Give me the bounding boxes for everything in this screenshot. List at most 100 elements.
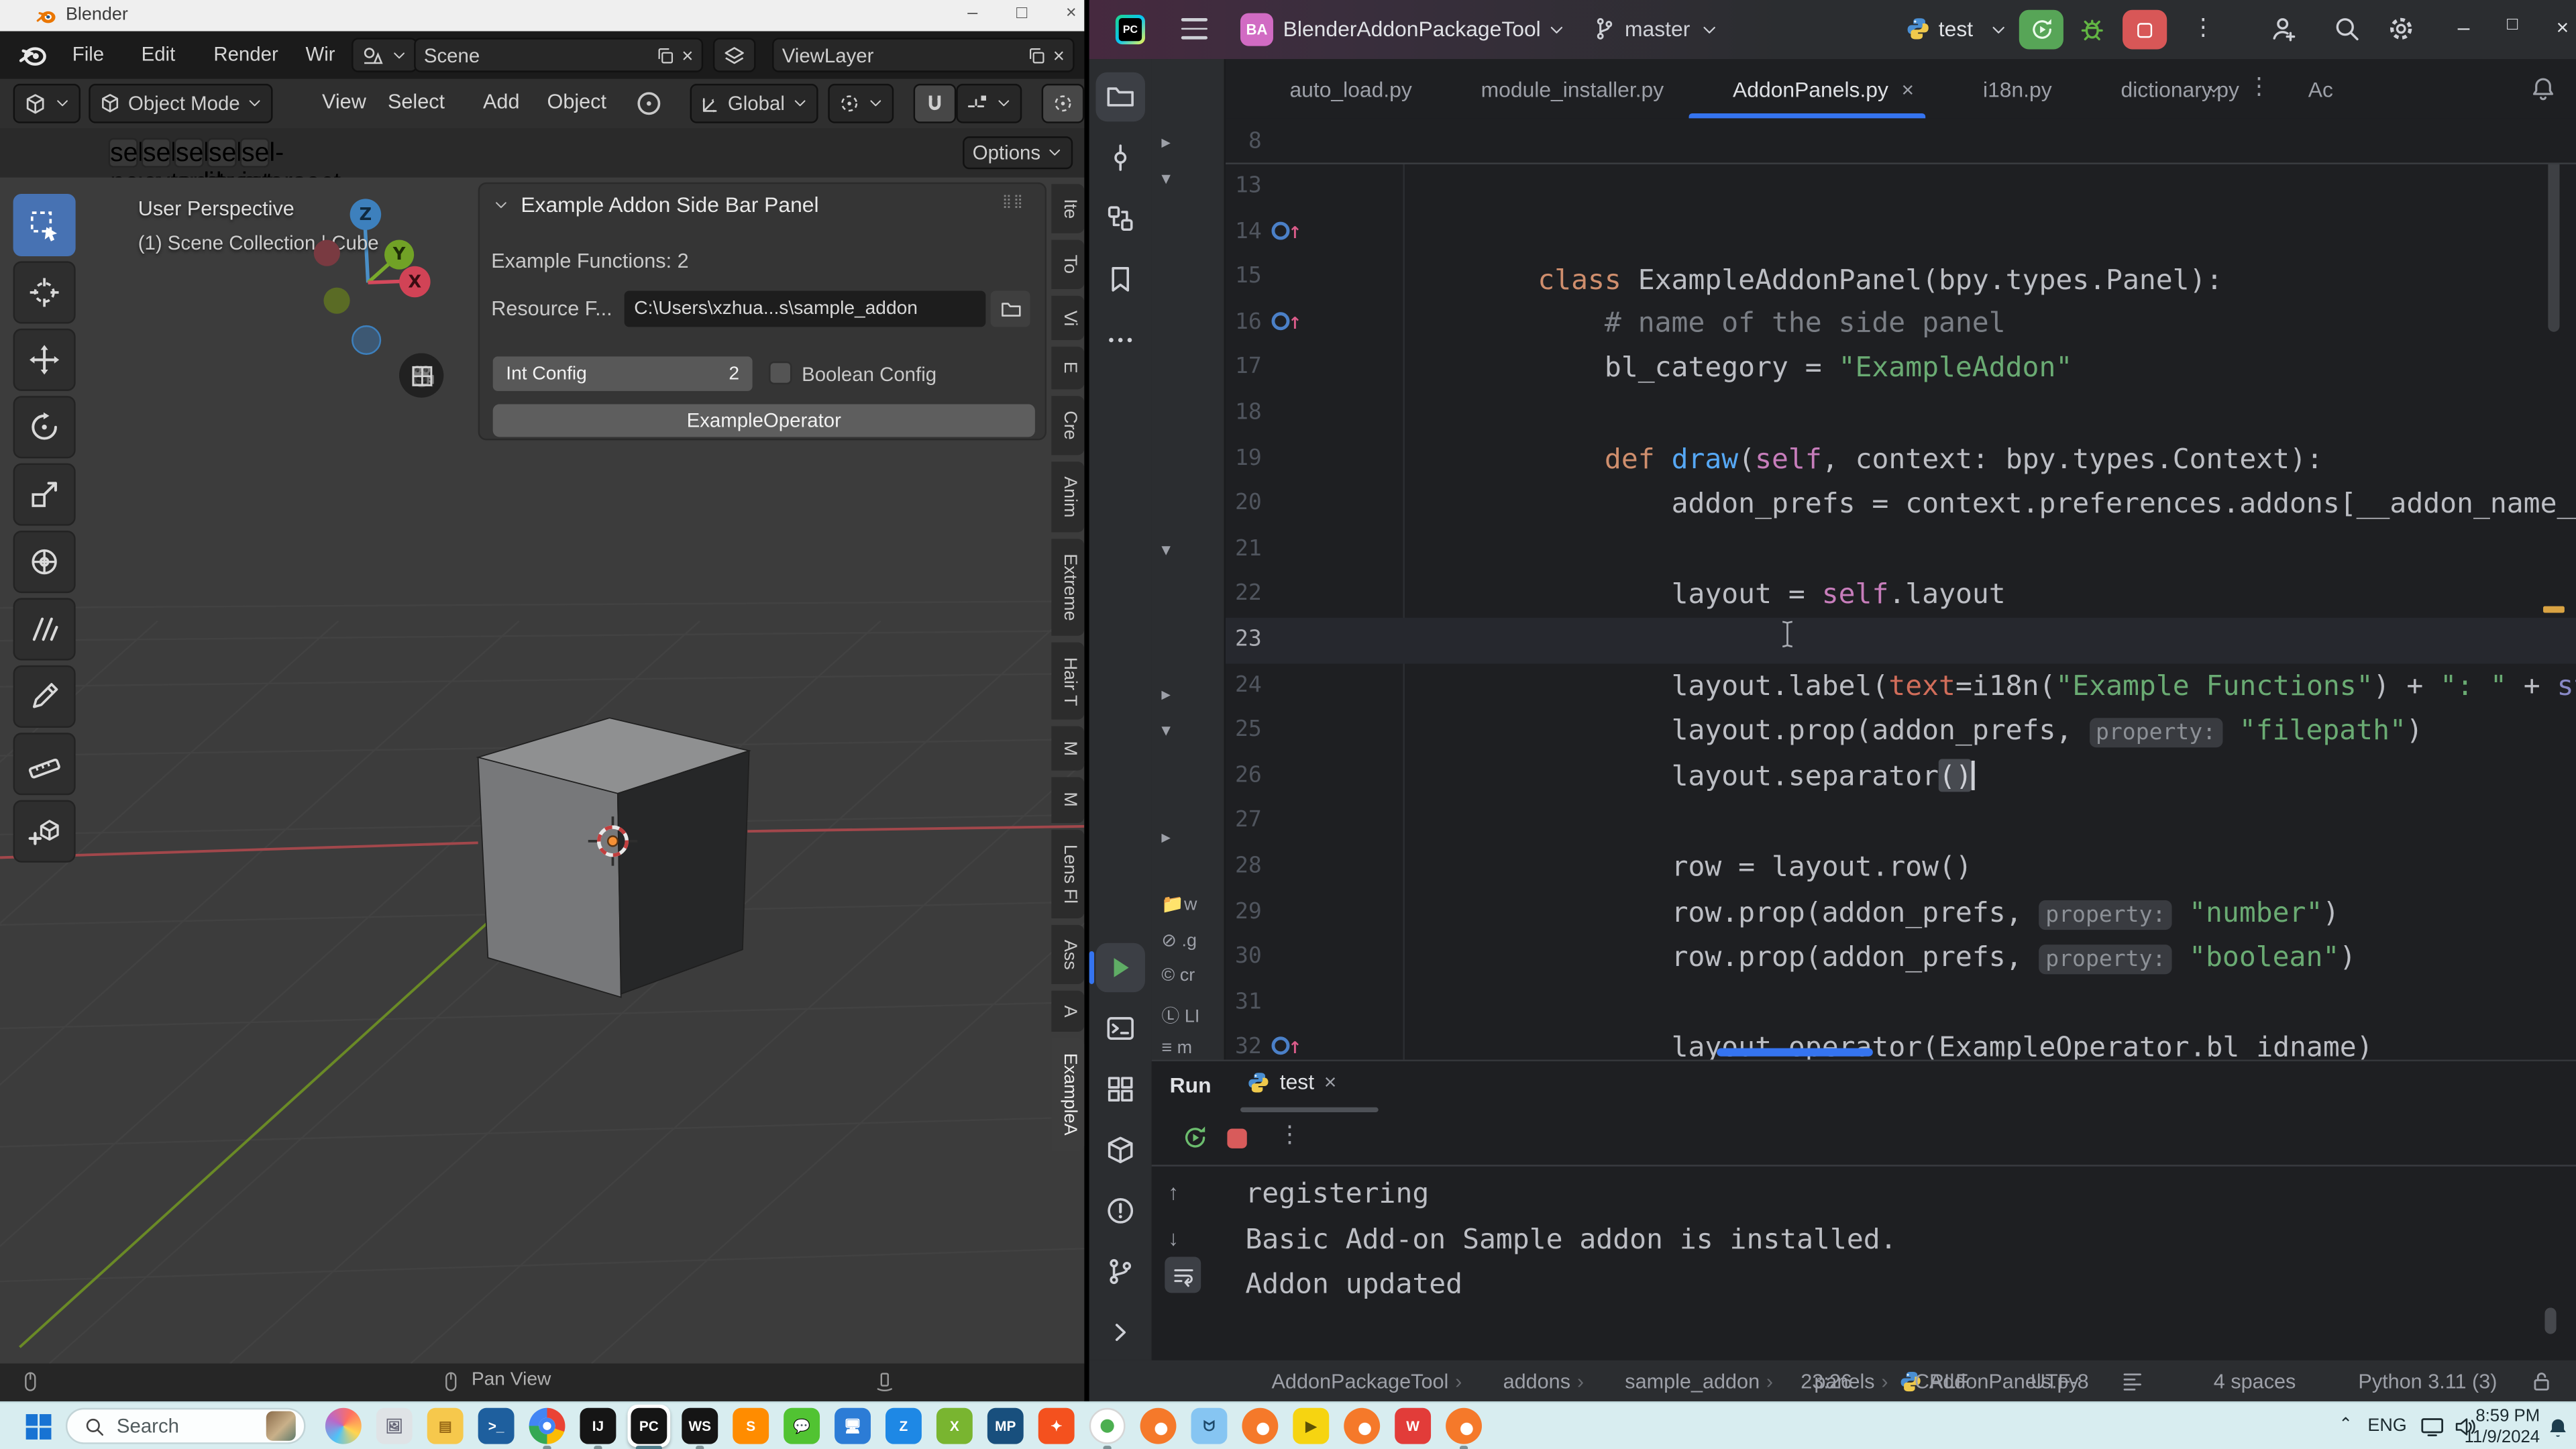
sidebar-tab[interactable]: Extreme — [1051, 538, 1084, 635]
tool-window-button[interactable] — [1095, 1186, 1144, 1235]
splitter-drag-handle[interactable] — [1717, 1048, 1873, 1056]
taskbar-app-icon[interactable]: ᗢ — [1188, 1405, 1231, 1448]
menu-file[interactable]: File — [72, 43, 104, 66]
menu-edit[interactable]: Edit — [142, 43, 176, 66]
taskbar-app-icon[interactable]: WS — [678, 1405, 721, 1448]
override-gutter-icon[interactable] — [1272, 1037, 1290, 1055]
notification-bell-icon[interactable] — [2546, 1416, 2569, 1439]
code-line[interactable]: 22 layout.prop(addon_prefs, property: "f… — [1226, 572, 2576, 618]
code-line[interactable]: 26 row.prop(addon_prefs, property: "numb… — [1226, 753, 2576, 799]
viewport-tool-button[interactable] — [13, 665, 76, 728]
soft-wrap-toggle[interactable] — [1165, 1256, 1201, 1293]
gizmo-x-axis[interactable]: X — [399, 266, 431, 298]
project-tree-item[interactable]: ▾ — [1161, 168, 1171, 189]
blender-menu-logo-icon[interactable] — [18, 40, 48, 69]
tool-window-button[interactable] — [1095, 194, 1144, 243]
unlink-viewlayer-icon[interactable]: × — [1053, 44, 1065, 66]
clock[interactable]: 8:59 PM 11/9/2024 — [2461, 1406, 2540, 1447]
code-line[interactable]: 18 — [1226, 391, 2576, 437]
statusbar-widget[interactable]: 23:26 — [1771, 1369, 1852, 1392]
viewport-tool-button[interactable] — [13, 194, 76, 256]
browse-folder-button[interactable] — [991, 290, 1030, 327]
project-tree-item[interactable]: ▸ — [1161, 826, 1171, 848]
taskbar-app-icon[interactable]: ▶ — [1289, 1405, 1332, 1448]
scroll-up-icon[interactable]: ↑ — [1168, 1179, 1179, 1204]
project-tree-item[interactable]: ▸ — [1161, 131, 1171, 153]
network-icon[interactable] — [2420, 1415, 2445, 1440]
taskbar-app-icon[interactable] — [1086, 1405, 1129, 1448]
scene-browse-button[interactable] — [352, 38, 417, 72]
project-name-button[interactable]: BlenderAddonPackageTool — [1283, 16, 1541, 41]
viewport-tool-button[interactable] — [13, 329, 76, 391]
select-mode-button[interactable]: sel-new — [109, 138, 138, 168]
code-editor[interactable]: 8 class ExampleAddonPanel(bpy.types.Pane… — [1226, 118, 2576, 1059]
editor-tab[interactable]: auto_load.py × — [1239, 59, 1430, 118]
editor-type-button[interactable] — [13, 84, 80, 123]
taskbar-app-icon[interactable]: MP — [984, 1405, 1027, 1448]
code-line[interactable]: 24 — [1226, 663, 2576, 708]
select-mode-button[interactable]: sel-extend — [142, 138, 171, 168]
more-actions-kebab-icon[interactable]: ⋮ — [2192, 13, 2214, 42]
run-config-selector[interactable]: test — [1939, 16, 1973, 41]
blender-close-button[interactable]: × — [1060, 3, 1083, 23]
sidebar-tab[interactable]: M — [1051, 778, 1084, 823]
code-line[interactable]: 25 row = layout.row() — [1226, 708, 2576, 754]
code-line[interactable]: 17 addon_prefs = context.preferences.add… — [1226, 345, 2576, 391]
code-line[interactable]: 19 layout = self.layout — [1226, 436, 2576, 482]
example-operator-button[interactable]: ExampleOperator — [493, 404, 1035, 437]
taskbar-app-icon[interactable] — [526, 1405, 569, 1448]
pivot-dropdown[interactable] — [828, 84, 894, 123]
blender-minimize-button[interactable]: – — [961, 3, 984, 23]
taskbar-app-icon[interactable]: PC — [628, 1405, 671, 1448]
menu-select[interactable]: Select — [388, 91, 445, 113]
branch-name-button[interactable]: master — [1625, 16, 1690, 41]
add-user-icon[interactable] — [2270, 15, 2298, 43]
statusbar-widget[interactable] — [2530, 1369, 2559, 1392]
taskbar-app-icon[interactable]: 🖥 — [831, 1405, 874, 1448]
tool-window-button[interactable] — [1095, 255, 1144, 304]
options-dropdown[interactable]: Options — [963, 136, 1073, 169]
gizmo-y-negative[interactable] — [323, 288, 350, 314]
close-button[interactable]: × — [2557, 15, 2569, 40]
tool-window-button[interactable] — [1095, 1126, 1144, 1175]
taskbar-app-icon[interactable] — [1239, 1405, 1282, 1448]
search-icon[interactable] — [2333, 15, 2361, 43]
statusbar-widget[interactable]: 4 spaces — [2184, 1369, 2296, 1392]
scroll-down-icon[interactable]: ↓ — [1168, 1226, 1179, 1250]
tool-window-button[interactable] — [1095, 133, 1144, 182]
tool-window-button[interactable] — [1095, 1247, 1144, 1296]
taskbar-app-icon[interactable]: ✦ — [1035, 1405, 1078, 1448]
tray-chevron-up-icon[interactable]: ⌃ — [2339, 1416, 2353, 1434]
taskbar-app-icon[interactable]: S — [729, 1405, 772, 1448]
code-line[interactable]: 29 layout.operator(ExampleOperator.bl_id… — [1226, 890, 2576, 935]
select-mode-button[interactable]: sel-invert — [207, 138, 237, 168]
stop-button[interactable] — [2123, 10, 2167, 50]
start-button[interactable] — [23, 1411, 54, 1443]
sidebar-tab[interactable]: ExampleA — [1051, 1039, 1084, 1151]
gizmo-y-axis[interactable]: Y — [384, 240, 414, 270]
viewport-nav-button[interactable] — [399, 354, 443, 398]
viewlayer-browse-button[interactable] — [713, 38, 756, 72]
project-tree-item[interactable]: ▾ — [1161, 720, 1171, 741]
viewport-tool-button[interactable] — [13, 598, 76, 660]
viewport-tool-button[interactable] — [13, 261, 76, 323]
code-line[interactable]: 31 @classmethod — [1226, 980, 2576, 1026]
tool-window-button[interactable] — [1095, 315, 1144, 364]
sticky-code-line[interactable]: 8 class ExampleAddonPanel(bpy.types.Pane… — [1226, 118, 2576, 164]
sidebar-tab[interactable]: Hair T — [1051, 641, 1084, 720]
git-branch-icon[interactable] — [1592, 16, 1617, 41]
chevron-down-icon[interactable] — [1548, 21, 1566, 40]
editor-tab[interactable]: dictionary.py × — [2070, 59, 2257, 118]
project-tree-collapsed[interactable]: ▸▾▾▸▾▸📁w⊘ .g© crⓁ LI≡ m — [1152, 59, 1226, 1059]
code-line[interactable]: 13 # name of the side panel — [1226, 164, 2576, 210]
close-run-tab-icon[interactable]: × — [1324, 1069, 1337, 1094]
console-scrollbar-thumb[interactable] — [2544, 1307, 2556, 1334]
project-tree-item[interactable]: ≡ m — [1161, 1038, 1192, 1058]
sidebar-tab[interactable]: A — [1051, 991, 1084, 1032]
code-line[interactable]: 32 def poll(cls, context: bpy.types.Cont… — [1226, 1026, 2576, 1060]
taskbar-app-icon[interactable]: >_ — [475, 1405, 518, 1448]
panel-grip-icon[interactable]: ⣿⣿ — [1002, 199, 1028, 210]
menu-view[interactable]: View — [322, 91, 366, 113]
orientation-dropdown[interactable]: Global — [690, 84, 818, 123]
chevron-down-icon[interactable] — [1990, 21, 2008, 40]
